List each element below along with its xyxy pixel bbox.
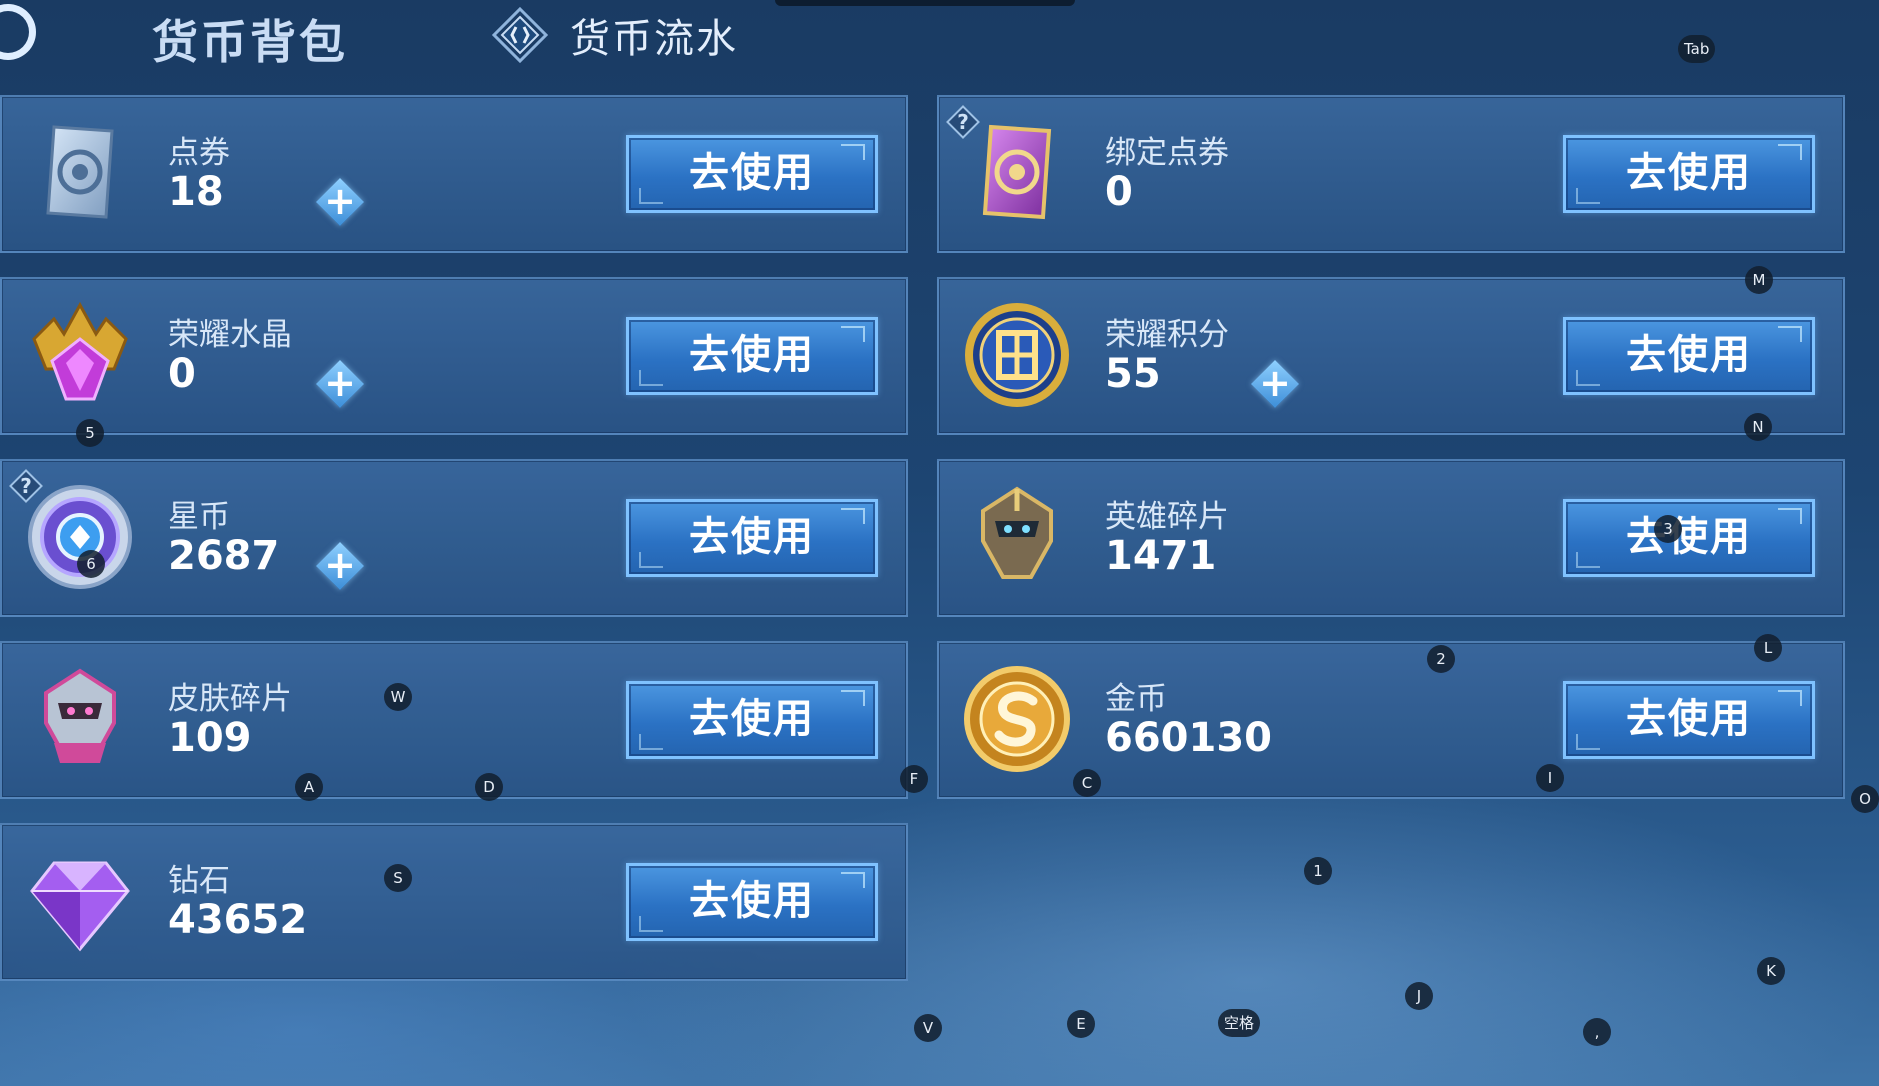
currency-amount: 18: [168, 169, 224, 215]
back-arrow-icon[interactable]: [0, 4, 36, 60]
use-hero-fragment-button[interactable]: 去使用: [1563, 499, 1815, 577]
currency-card-diamond: 钻石 43652 去使用: [0, 823, 908, 981]
gold-coin-icon: [961, 663, 1073, 775]
currency-flow-label: 货币流水: [570, 16, 738, 62]
key-hint-d: D: [475, 773, 503, 801]
key-hint-a: A: [295, 773, 323, 801]
currency-card-skin-fragment: 皮肤碎片 109 去使用: [0, 641, 908, 799]
currency-amount: 0: [1105, 169, 1133, 215]
currency-amount: 1471: [1105, 533, 1217, 579]
coupon-card-icon: [24, 117, 136, 229]
key-hint-2: 2: [1427, 645, 1455, 673]
currency-amount: 0: [168, 351, 196, 397]
plus-icon: +: [1259, 361, 1291, 405]
use-diamond-button[interactable]: 去使用: [626, 863, 878, 941]
key-hint-i: I: [1536, 764, 1564, 792]
currency-name: 绑定点券: [1105, 135, 1229, 171]
skin-fragment-icon: [24, 663, 136, 775]
currency-card-star-coin: ? 星币 2687 + 去使用: [0, 459, 908, 617]
diamond-icon: [24, 845, 136, 957]
glory-crystal-icon: [24, 299, 136, 411]
add-glory-points-button[interactable]: +: [1250, 359, 1300, 409]
key-hint-5: 5: [76, 419, 104, 447]
key-hint-e: E: [1067, 1010, 1095, 1038]
add-dianquan-button[interactable]: +: [315, 177, 365, 227]
currency-flow-icon: [491, 6, 549, 64]
key-hint-o: O: [1851, 785, 1879, 813]
hero-fragment-icon: [961, 481, 1073, 593]
key-hint-s: S: [384, 864, 412, 892]
use-gold-coin-button[interactable]: 去使用: [1563, 681, 1815, 759]
key-hint-3: 3: [1654, 515, 1682, 543]
currency-amount: 109: [168, 715, 252, 761]
key-hint-v: V: [914, 1014, 942, 1042]
currency-name: 荣耀水晶: [168, 317, 292, 353]
currency-name: 点券: [168, 135, 230, 171]
use-glory-points-button[interactable]: 去使用: [1563, 317, 1815, 395]
star-coin-icon: [24, 481, 136, 593]
add-star-coin-button[interactable]: +: [315, 541, 365, 591]
currency-card-glory-points: 荣耀积分 55 + 去使用: [937, 277, 1845, 435]
currency-card-bound-dianquan: ? 绑定点券 0 去使用: [937, 95, 1845, 253]
currency-name: 星币: [168, 499, 230, 535]
bound-coupon-card-icon: [961, 117, 1073, 229]
currency-card-glory-crystal: 荣耀水晶 0 + 去使用: [0, 277, 908, 435]
currency-card-dianquan: 点券 18 + 去使用: [0, 95, 908, 253]
currency-name: 钻石: [168, 863, 230, 899]
key-hint-w: W: [384, 683, 412, 711]
key-hint-tab: Tab: [1678, 35, 1716, 63]
currency-flow-tab[interactable]: 货币流水: [491, 6, 738, 64]
use-dianquan-button[interactable]: 去使用: [626, 135, 878, 213]
currency-amount: 2687: [168, 533, 280, 579]
plus-icon: +: [324, 179, 356, 223]
currency-name: 英雄碎片: [1105, 499, 1229, 535]
use-star-coin-button[interactable]: 去使用: [626, 499, 878, 577]
use-bound-dianquan-button[interactable]: 去使用: [1563, 135, 1815, 213]
currency-card-gold-coin: 金币 660130 去使用: [937, 641, 1845, 799]
key-hint-6: 6: [77, 550, 105, 578]
key-hint-n: N: [1744, 413, 1772, 441]
key-hint-l: L: [1754, 634, 1782, 662]
currency-amount: 43652: [168, 897, 308, 943]
glory-points-icon: [961, 299, 1073, 411]
key-hint-m: M: [1745, 266, 1773, 294]
key-hint-1: 1: [1304, 857, 1332, 885]
key-hint-comma: ,: [1583, 1018, 1611, 1046]
currency-amount: 55: [1105, 351, 1161, 397]
plus-icon: +: [324, 361, 356, 405]
add-glory-crystal-button[interactable]: +: [315, 359, 365, 409]
currency-name: 金币: [1105, 681, 1167, 717]
plus-icon: +: [324, 543, 356, 587]
use-skin-fragment-button[interactable]: 去使用: [626, 681, 878, 759]
currency-card-hero-fragment: 英雄碎片 1471 去使用: [937, 459, 1845, 617]
currency-name: 荣耀积分: [1105, 317, 1229, 353]
key-hint-j: J: [1405, 982, 1433, 1010]
header-bar: 货币背包 货币流水: [0, 0, 1879, 80]
currency-name: 皮肤碎片: [168, 681, 292, 717]
use-glory-crystal-button[interactable]: 去使用: [626, 317, 878, 395]
key-hint-f: F: [900, 765, 928, 793]
key-hint-c: C: [1073, 769, 1101, 797]
page-title: 货币背包: [152, 15, 348, 69]
key-hint-space: 空格: [1218, 1009, 1261, 1037]
currency-amount: 660130: [1105, 715, 1272, 761]
key-hint-k: K: [1757, 957, 1785, 985]
